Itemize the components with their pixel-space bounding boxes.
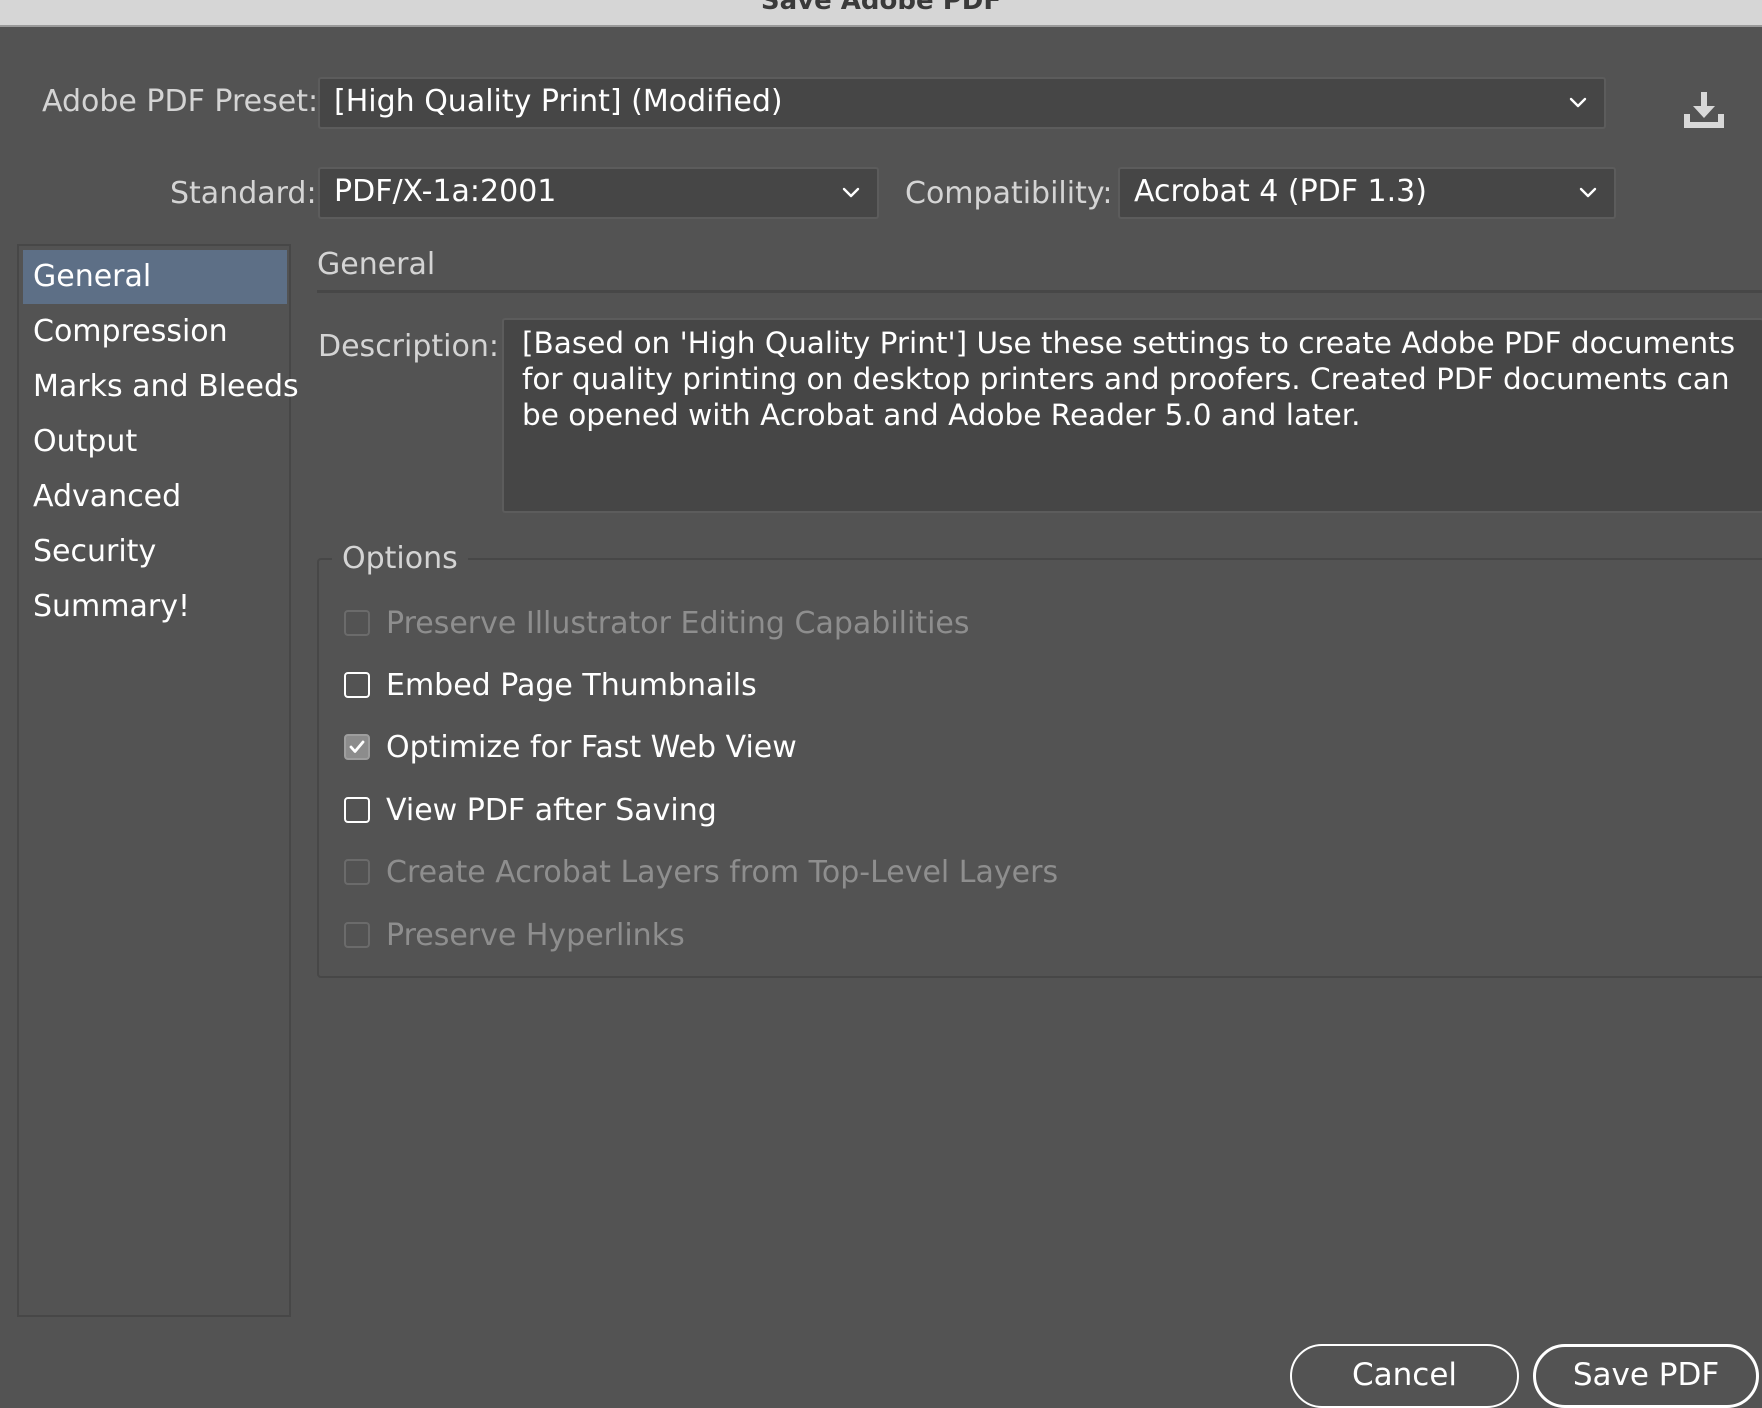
checkbox[interactable] bbox=[344, 922, 370, 948]
option-label: Embed Page Thumbnails bbox=[386, 667, 757, 703]
window-title-bar: Save Adobe PDF bbox=[0, 0, 1762, 27]
description-field[interactable]: [Based on 'High Quality Print'] Use thes… bbox=[502, 318, 1762, 513]
standard-select[interactable]: PDF/X-1a:2001 bbox=[318, 167, 879, 219]
option-label: Optimize for Fast Web View bbox=[386, 729, 797, 765]
standard-label: Standard: bbox=[170, 176, 317, 211]
option-view-after-saving[interactable]: View PDF after Saving bbox=[344, 790, 717, 830]
sidebar-item-output[interactable]: Output bbox=[23, 415, 287, 469]
option-label: Preserve Illustrator Editing Capabilitie… bbox=[386, 605, 970, 641]
compatibility-select[interactable]: Acrobat 4 (PDF 1.3) bbox=[1118, 167, 1616, 219]
preset-label: Adobe PDF Preset: bbox=[42, 84, 319, 119]
option-label: Create Acrobat Layers from Top-Level Lay… bbox=[386, 854, 1059, 890]
checkbox[interactable] bbox=[344, 672, 370, 698]
compatibility-value: Acrobat 4 (PDF 1.3) bbox=[1134, 174, 1427, 209]
description-label: Description: bbox=[318, 329, 499, 364]
option-preserve-hyperlinks[interactable]: Preserve Hyperlinks bbox=[344, 915, 685, 955]
option-label: View PDF after Saving bbox=[386, 792, 717, 828]
option-preserve-editing[interactable]: Preserve Illustrator Editing Capabilitie… bbox=[344, 603, 970, 643]
preset-select[interactable]: [High Quality Print] (Modified) bbox=[318, 77, 1606, 129]
checkmark-icon bbox=[349, 740, 365, 753]
settings-sidebar: General Compression Marks and Bleeds Out… bbox=[17, 244, 299, 1317]
sidebar-item-summary[interactable]: Summary! bbox=[23, 580, 287, 634]
cancel-button[interactable]: Cancel bbox=[1290, 1344, 1519, 1408]
section-title: General bbox=[317, 247, 436, 282]
compatibility-label: Compatibility: bbox=[905, 176, 1113, 211]
chevron-down-icon bbox=[1579, 187, 1597, 198]
sidebar-item-security[interactable]: Security bbox=[23, 525, 287, 579]
checkbox[interactable] bbox=[344, 734, 370, 760]
sidebar-item-compression[interactable]: Compression bbox=[23, 305, 287, 359]
option-embed-thumbnails[interactable]: Embed Page Thumbnails bbox=[344, 665, 757, 705]
option-acrobat-layers[interactable]: Create Acrobat Layers from Top-Level Lay… bbox=[344, 852, 1058, 892]
sidebar-item-marks-and-bleeds[interactable]: Marks and Bleeds bbox=[23, 360, 299, 414]
download-icon bbox=[1684, 92, 1724, 128]
chevron-down-icon bbox=[842, 187, 860, 198]
standard-value: PDF/X-1a:2001 bbox=[334, 174, 557, 209]
sidebar-item-advanced[interactable]: Advanced bbox=[23, 470, 287, 524]
window-title: Save Adobe PDF bbox=[760, 0, 1002, 16]
options-title: Options bbox=[332, 541, 468, 576]
checkbox[interactable] bbox=[344, 797, 370, 823]
sidebar-item-general[interactable]: General bbox=[23, 250, 287, 304]
option-label: Preserve Hyperlinks bbox=[386, 917, 685, 953]
option-fast-web-view[interactable]: Optimize for Fast Web View bbox=[344, 727, 797, 767]
section-divider bbox=[317, 290, 1762, 293]
checkbox[interactable] bbox=[344, 610, 370, 636]
checkbox[interactable] bbox=[344, 859, 370, 885]
save-preset-button[interactable] bbox=[1680, 88, 1728, 132]
preset-value: [High Quality Print] (Modified) bbox=[334, 84, 783, 119]
chevron-down-icon bbox=[1569, 97, 1587, 108]
save-pdf-button[interactable]: Save PDF bbox=[1533, 1344, 1759, 1408]
